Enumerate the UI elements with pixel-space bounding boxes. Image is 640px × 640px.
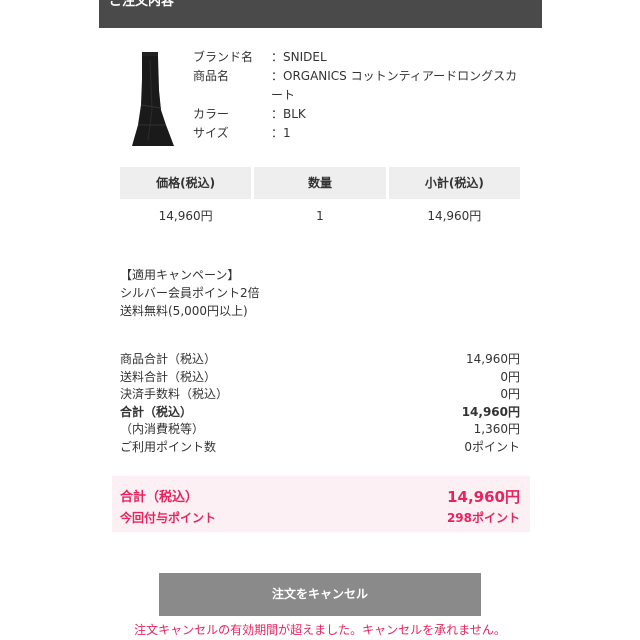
- campaign-line-points: シルバー会員ポイント2倍: [120, 286, 260, 300]
- totals-row: （内消費税等） 1,360円: [120, 421, 520, 439]
- price-table: 価格(税込) 数量 小計(税込) 14,960円 1 14,960円: [120, 167, 520, 227]
- totals-value: 14,960円: [461, 404, 520, 419]
- subtotal-header: 小計(税込): [388, 167, 520, 199]
- totals-label: （内消費税等）: [120, 422, 205, 436]
- color-value: ：BLK: [271, 107, 306, 121]
- totals-label: 決済手数料（税込）: [120, 387, 229, 401]
- product-image[interactable]: [128, 50, 180, 150]
- grand-total-label: 合計（税込）: [120, 490, 199, 505]
- quantity-value: 1: [316, 209, 324, 223]
- totals-row: 決済手数料（税込） 0円: [120, 386, 520, 404]
- totals-value: 0ポイント: [464, 439, 520, 454]
- totals-value: 0円: [500, 387, 520, 401]
- totals-label: 送料合計（税込）: [120, 369, 217, 384]
- product-info: ブランド名 ：SNIDEL 商品名 ：ORGANICS コットンティアードロング…: [193, 48, 521, 143]
- product-name-label: 商品名: [193, 69, 230, 83]
- totals-value: 14,960円: [466, 352, 520, 366]
- product-name-value: ：ORGANICS コットンティアードロングスカート: [271, 69, 518, 102]
- color-label: カラー: [193, 107, 230, 121]
- totals-label: 商品合計（税込）: [120, 352, 217, 366]
- product-name-row: 商品名 ：ORGANICS コットンティアードロングスカート: [193, 67, 521, 105]
- totals-section: 商品合計（税込） 14,960円 送料合計（税込） 0円 決済手数料（税込） 0…: [120, 351, 520, 456]
- order-details-header: ご注文内容: [99, 0, 542, 28]
- grand-total-box: 合計（税込） 14,960円 今回付与ポイント 298ポイント: [112, 476, 530, 532]
- cancel-expired-notice: 注文キャンセルの有効期間が超えました。キャンセルを承れません。: [134, 623, 506, 637]
- campaign-section: 【適用キャンペーン】 シルバー会員ポイント2倍 送料無料(5,000円以上): [120, 266, 260, 320]
- grand-total-row: 合計（税込） 14,960円: [120, 486, 520, 507]
- size-row: サイズ ：1: [193, 124, 521, 143]
- size-value: ：1: [271, 126, 291, 140]
- totals-row: ご利用ポイント数 0ポイント: [120, 439, 520, 457]
- totals-row: 商品合計（税込） 14,960円: [120, 351, 520, 369]
- price-value: 14,960円: [158, 209, 213, 223]
- price-header: 価格(税込): [120, 167, 252, 199]
- price-table-row: 14,960円 1 14,960円: [120, 205, 520, 227]
- quantity-header: 数量: [254, 167, 386, 199]
- totals-value: 0円: [500, 369, 520, 384]
- color-row: カラー ：BLK: [193, 105, 521, 124]
- price-table-header: 価格(税込) 数量 小計(税込): [120, 167, 520, 199]
- brand-value: ：SNIDEL: [271, 50, 327, 64]
- totals-label: 合計（税込）: [120, 404, 193, 419]
- points-awarded-value: 298ポイント: [446, 511, 520, 525]
- subtotal-value: 14,960円: [427, 209, 482, 223]
- brand-label: ブランド名: [193, 50, 254, 64]
- campaign-title: 【適用キャンペーン】: [120, 268, 240, 282]
- header-title: ご注文内容: [109, 0, 175, 9]
- brand-row: ブランド名 ：SNIDEL: [193, 48, 521, 67]
- totals-row: 送料合計（税込） 0円: [120, 369, 520, 387]
- totals-row-total: 合計（税込） 14,960円: [120, 404, 520, 422]
- totals-label: ご利用ポイント数: [120, 439, 217, 454]
- points-awarded-label: 今回付与ポイント: [120, 511, 217, 525]
- cancel-order-button[interactable]: 注文をキャンセル: [159, 573, 481, 616]
- grand-total-value: 14,960円: [447, 488, 520, 506]
- points-awarded-row: 今回付与ポイント 298ポイント: [120, 509, 520, 526]
- campaign-line-shipping: 送料無料(5,000円以上): [120, 304, 248, 318]
- totals-value: 1,360円: [473, 422, 520, 436]
- size-label: サイズ: [193, 126, 229, 140]
